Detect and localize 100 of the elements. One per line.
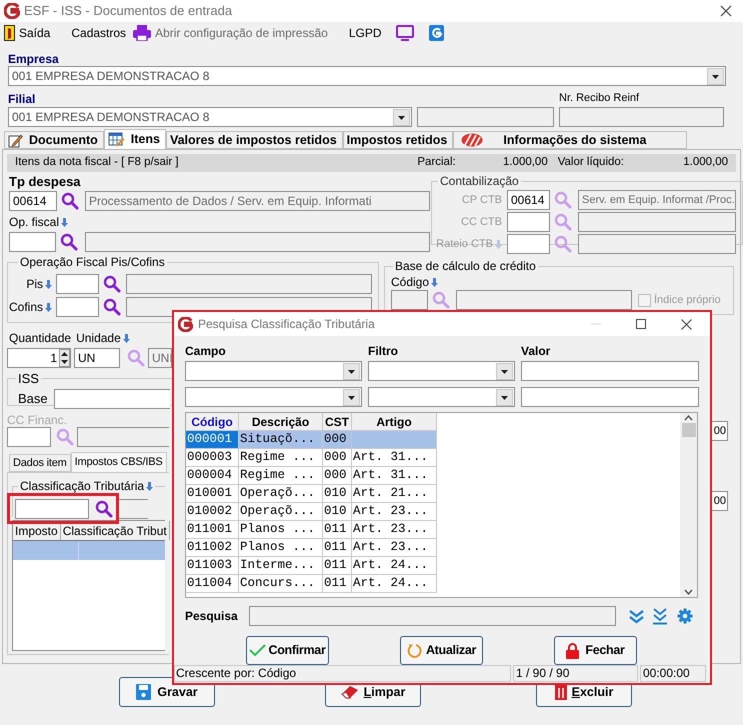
tab[interactable]: Impostos retidos xyxy=(342,131,454,149)
scrollbar[interactable] xyxy=(680,413,697,597)
column-header[interactable]: CST xyxy=(323,413,352,431)
table-cell: 000 xyxy=(323,431,352,449)
input-field[interactable]: UN xyxy=(74,348,120,368)
search-icon[interactable] xyxy=(61,192,79,210)
scroll-down-icon[interactable] xyxy=(684,589,693,595)
table-row[interactable]: 000001 Situaçõ... 000 xyxy=(186,431,437,449)
input-field[interactable] xyxy=(118,499,148,519)
search-icon[interactable] xyxy=(103,275,121,293)
close-icon[interactable] xyxy=(720,5,732,17)
scrollbar-thumb[interactable] xyxy=(682,423,696,437)
down-arrow-icon xyxy=(495,240,502,248)
column-header[interactable]: Descrição xyxy=(239,413,323,431)
group-title: ISS xyxy=(17,370,40,388)
maximize-icon[interactable] xyxy=(636,319,646,329)
table-cell: Operaçõ... xyxy=(239,485,323,503)
input-field[interactable] xyxy=(578,234,736,254)
table-row[interactable]: 000004 Regime ... 000 Art. 31... xyxy=(186,467,437,485)
table-row[interactable]: 011001 Planos ... 011 Art. 23... xyxy=(186,521,437,539)
double-chevron-down-icon[interactable] xyxy=(628,608,645,624)
input-field[interactable] xyxy=(559,107,724,127)
dialog-button[interactable]: Confirmar xyxy=(246,636,329,665)
table-row[interactable]: 010001 Operaçõ... 010 Art. 21... xyxy=(186,485,437,503)
table-row[interactable]: 011003 Interme... 011 Art. 24... xyxy=(186,557,437,575)
column-header[interactable]: Classificação Tribut xyxy=(60,521,170,540)
column-header[interactable]: Imposto xyxy=(13,521,61,540)
input-field[interactable] xyxy=(126,274,372,294)
tab[interactable]: Dados item xyxy=(9,454,71,472)
table-cell: 000001 xyxy=(186,431,239,449)
branch-dropdown[interactable]: 001 EMPRESA DEMONSTRACAO 8 xyxy=(8,107,412,127)
door-icon xyxy=(4,25,15,41)
field-label: Cofins xyxy=(8,299,43,316)
spinner-arrows-icon[interactable] xyxy=(59,349,70,367)
table-cell: Regime ... xyxy=(239,449,323,467)
monitor-icon[interactable] xyxy=(396,25,414,41)
input-field[interactable] xyxy=(578,212,736,232)
app-logo-icon xyxy=(178,316,193,332)
input-field[interactable] xyxy=(521,361,699,381)
tab[interactable]: Informações do sistema xyxy=(453,131,688,149)
down-arrow-icon xyxy=(122,334,130,342)
menu-item[interactable]: Saída xyxy=(4,24,50,42)
table-row[interactable]: 011002 Planos ... 011 Art. 23... xyxy=(186,539,437,557)
app-logo-icon[interactable] xyxy=(428,25,444,41)
menu-item[interactable]: Cadastros xyxy=(67,24,126,42)
input-field[interactable] xyxy=(521,387,699,407)
chevron-to-bottom-icon[interactable] xyxy=(652,608,668,624)
table-cell: 011002 xyxy=(186,539,239,557)
input-field[interactable] xyxy=(77,427,169,447)
down-arrow-icon xyxy=(431,278,438,286)
table-row[interactable]: 010002 Operaçõ... 010 Art. 23... xyxy=(186,503,437,521)
input-field[interactable] xyxy=(85,232,430,252)
input-field[interactable] xyxy=(56,274,99,294)
input-field[interactable] xyxy=(507,212,550,232)
field-label: Filial xyxy=(8,91,36,107)
input-field[interactable]: Processamento de Dados / Serv. em Equip. Informati xyxy=(85,191,430,211)
input-field[interactable] xyxy=(15,499,89,519)
input-field[interactable] xyxy=(456,290,632,310)
field-dropdown[interactable] xyxy=(185,361,362,381)
scroll-up-icon[interactable] xyxy=(684,415,693,421)
number-spinner[interactable]: 1 xyxy=(7,348,71,368)
settings-icon[interactable] xyxy=(677,608,693,624)
table-row[interactable]: 000003 Regime ... 000 Art. 31... xyxy=(186,449,437,467)
table-cell: Concurs... xyxy=(239,575,323,593)
tab[interactable]: Impostos CBS/IBS xyxy=(70,452,167,472)
table-row[interactable]: 011004 Concurs... 011 Art. 24... xyxy=(186,575,437,593)
input-field[interactable] xyxy=(7,427,51,447)
menu-item[interactable]: LGPD xyxy=(344,24,382,42)
input-field[interactable]: 00614 xyxy=(507,190,550,210)
company-dropdown[interactable]: 001 EMPRESA DEMONSTRACAO 8 xyxy=(8,66,726,86)
field-dropdown[interactable] xyxy=(185,387,362,407)
close-icon[interactable] xyxy=(681,318,692,330)
table-cell: Interme... xyxy=(239,557,323,575)
input-field[interactable] xyxy=(391,290,428,310)
input-field[interactable]: Serv. em Equip. Informat /Proc. xyxy=(578,190,736,210)
input-field[interactable] xyxy=(249,606,616,626)
search-icon[interactable] xyxy=(95,500,113,518)
group-title: Operação Fiscal Pis/Cofins xyxy=(19,254,166,271)
input-field[interactable] xyxy=(54,388,170,408)
input-field[interactable]: 00614 xyxy=(9,191,57,211)
table-cell: 000004 xyxy=(186,467,239,485)
tab[interactable]: Itens xyxy=(104,129,166,149)
table-cell: 000 xyxy=(323,449,352,467)
table-cell: Art. 24... xyxy=(352,557,437,575)
column-header[interactable]: Código xyxy=(186,413,239,431)
input-field[interactable] xyxy=(9,232,56,252)
tab[interactable]: Documento xyxy=(4,131,104,149)
down-arrow-icon xyxy=(45,302,52,312)
lock-icon xyxy=(566,642,580,658)
input-field[interactable] xyxy=(56,297,99,317)
search-icon[interactable] xyxy=(103,298,121,316)
column-header[interactable]: Artigo xyxy=(352,413,437,431)
tab[interactable]: Valores de impostos retidos xyxy=(166,131,343,149)
input-field[interactable] xyxy=(507,234,550,254)
input-field[interactable] xyxy=(417,107,554,127)
table-cell: Situaçõ... xyxy=(239,431,323,449)
search-icon[interactable] xyxy=(60,233,78,251)
dialog-button[interactable]: Atualizar xyxy=(400,636,483,665)
dialog-button[interactable]: Fechar xyxy=(554,636,637,665)
group-title: Base de cálculo de crédito xyxy=(394,258,537,275)
